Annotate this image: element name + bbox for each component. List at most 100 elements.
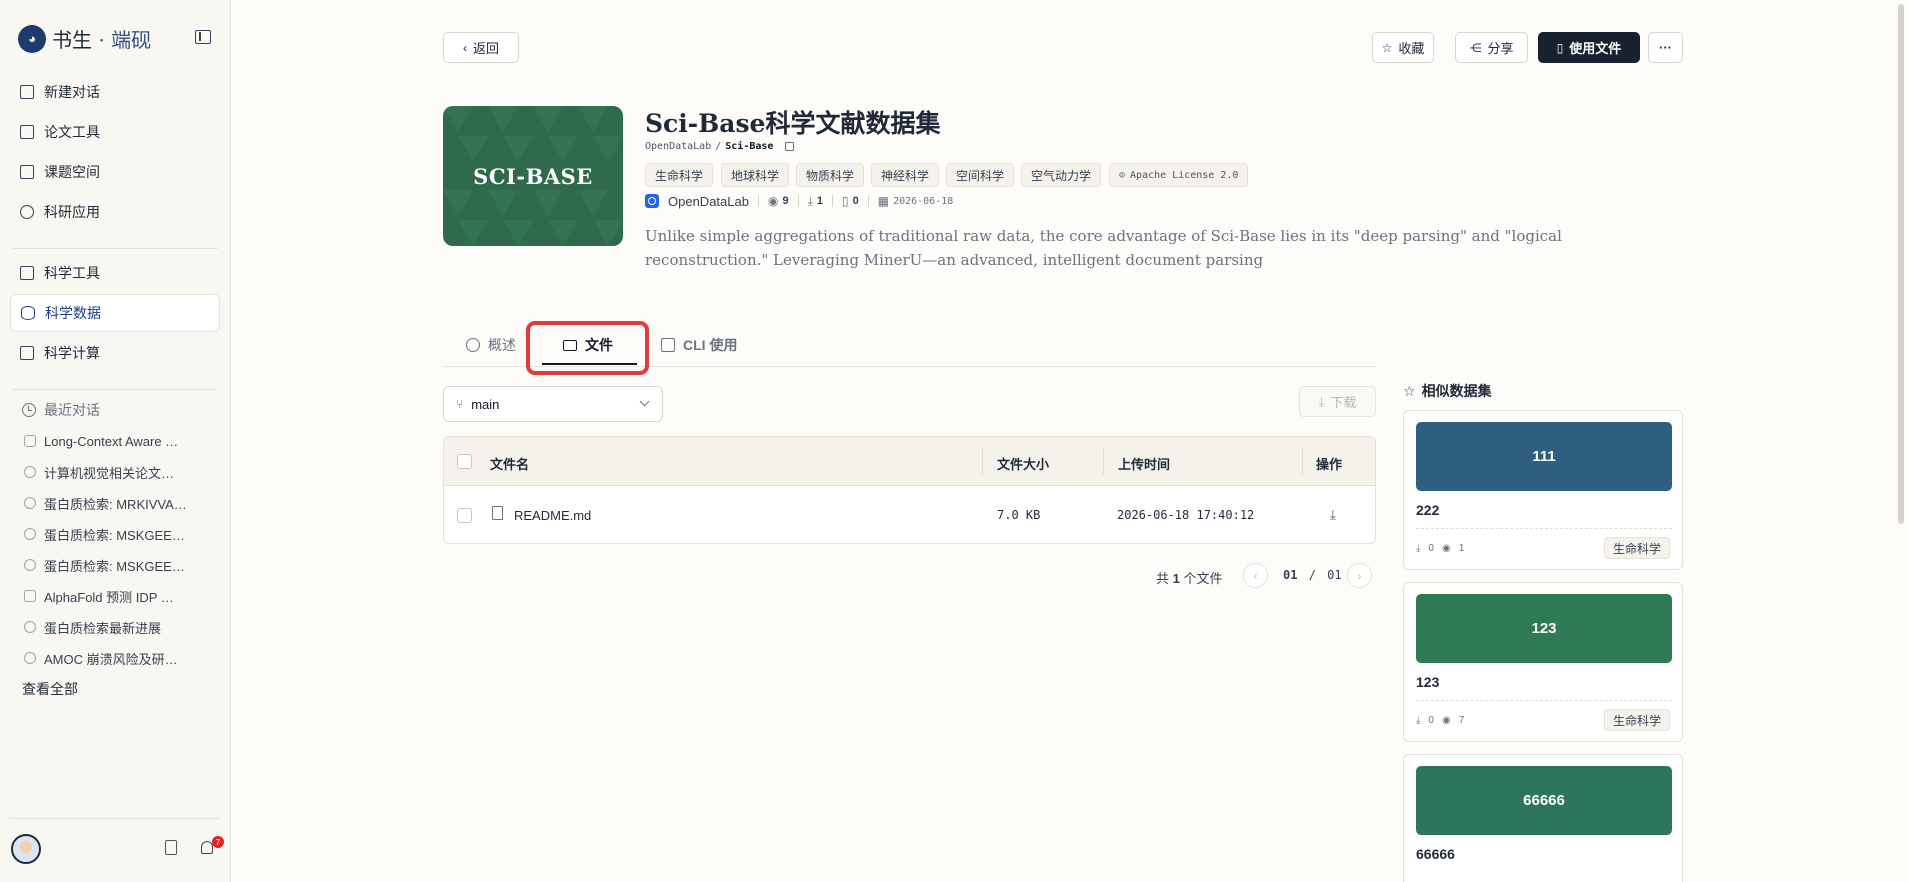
dataset-description: Unlike simple aggregations of traditiona… [645, 227, 1562, 269]
sidebar-item-new-chat[interactable]: 新建对话 [10, 74, 220, 110]
sidebar-item-label: 科研应用 [44, 204, 100, 220]
breadcrumb-repo: Sci-Base [725, 141, 774, 152]
recent-chat-label: AMOC 崩溃风险及研… [44, 651, 178, 667]
sidebar-item-science-compute[interactable]: 科学计算 [10, 335, 220, 371]
column-header-size: 文件大小 [997, 457, 1050, 472]
prev-page-button[interactable]: ‹ [1243, 563, 1268, 588]
share-label: 分享 [1487, 41, 1514, 56]
file-count: 0 [852, 195, 859, 207]
copy-icon[interactable] [785, 142, 795, 151]
sidebar-item-paper-tools[interactable]: 论文工具 [10, 114, 220, 150]
dataset-title: Sci-Base科学文献数据集 [645, 109, 941, 138]
calendar-icon: ▦ [877, 194, 890, 208]
hexagon-icon [24, 621, 36, 633]
file-name[interactable]: README.md [514, 508, 591, 523]
card-title: 222 [1416, 502, 1440, 518]
highlight-box [526, 321, 649, 375]
similar-dataset-card[interactable]: 66666 66666 [1403, 754, 1683, 882]
card-title: 66666 [1416, 846, 1455, 862]
sidebar-item-science-data[interactable]: 科学数据 [10, 294, 220, 332]
sidebar-collapse-icon[interactable] [195, 30, 211, 44]
breadcrumb-separator: / [715, 141, 722, 152]
tab-cli-usage[interactable]: CLI 使用 [661, 330, 737, 360]
recent-chat-label: 蛋白质检索: MSKGEE… [44, 558, 185, 574]
more-options-button[interactable]: ··· [1648, 32, 1683, 63]
card-views: 7 [1458, 715, 1465, 726]
dataset-cover: SCI-BASE [443, 106, 623, 246]
card-cover-text: 111 [1532, 448, 1556, 465]
hexagon-icon [24, 652, 36, 664]
tag-material-science[interactable]: 物质科学 [796, 163, 865, 187]
recent-chat-item[interactable]: 蛋白质检索: MSKGEE… [24, 554, 224, 576]
row-checkbox[interactable] [457, 508, 472, 523]
branch-select[interactable]: ⑂ main [443, 386, 663, 422]
hexagon-icon [20, 205, 34, 219]
monitor-icon [20, 346, 34, 360]
info-icon [466, 338, 480, 352]
sidebar-item-science-tools[interactable]: 科学工具 [10, 255, 220, 291]
card-cover-text: 66666 [1523, 792, 1565, 809]
sidebar-item-label: 科学数据 [45, 305, 101, 321]
database-icon [21, 306, 35, 320]
scrollbar[interactable] [1898, 4, 1904, 524]
license-badge: ⊙ Apache License 2.0 [1109, 163, 1249, 187]
similar-dataset-card[interactable]: 111 222 ⤓ 0 ◉ 1 生命科学 [1403, 410, 1683, 570]
recent-chat-item[interactable]: Long-Context Aware … [24, 430, 224, 452]
document-icon [20, 125, 34, 139]
card-stats: ⤓ 0 ◉ 1 [1416, 543, 1464, 554]
star-icon: ☆ [1381, 40, 1393, 55]
use-file-button[interactable]: ▯ 使用文件 [1538, 32, 1640, 63]
card-cover: 111 [1416, 422, 1672, 491]
favorite-button[interactable]: ☆ 收藏 [1372, 32, 1434, 63]
recent-chat-item[interactable]: AlphaFold 预测 IDP … [24, 585, 224, 607]
tag-earth-science[interactable]: 地球科学 [721, 163, 790, 187]
tag-space-science[interactable]: 空间科学 [946, 163, 1015, 187]
logo-dot: · [98, 28, 105, 52]
file-table: 文件名 文件大小 上传时间 操作 README.md 7.0 KB 2026-0… [443, 436, 1376, 544]
recent-chat-item[interactable]: AMOC 崩溃风险及研… [24, 647, 224, 669]
recent-chat-item[interactable]: 蛋白质检索: MRKIVVA… [24, 492, 224, 514]
books-icon [20, 165, 34, 179]
recent-chat-label: 蛋白质检索最新进展 [44, 620, 162, 636]
license-icon: ⊙ [1119, 169, 1126, 181]
column-header-filename: 文件名 [490, 457, 530, 472]
download-icon[interactable]: ⤓ [1330, 507, 1336, 523]
tag-neuroscience[interactable]: 神经科学 [871, 163, 940, 187]
document-icon[interactable] [165, 840, 177, 855]
card-divider [1416, 528, 1672, 529]
recent-chat-item[interactable]: 蛋白质检索最新进展 [24, 616, 224, 638]
star-icon: ☆ [1403, 382, 1416, 399]
nav-divider [12, 389, 218, 390]
sidebar-item-research-apps[interactable]: 科研应用 [10, 194, 220, 230]
recent-chats-heading: 最近对话 [22, 400, 100, 420]
select-all-checkbox[interactable] [457, 454, 472, 469]
cover-title: SCI-BASE [473, 164, 593, 189]
avatar[interactable] [11, 834, 41, 864]
recent-chat-item[interactable]: 计算机视觉相关论文… [24, 461, 224, 483]
toolbox-icon [20, 266, 34, 280]
sidebar-item-project-space[interactable]: 课题空间 [10, 154, 220, 190]
recent-chat-item[interactable]: 蛋白质检索: MSKGEE… [24, 523, 224, 545]
download-icon: ⤓ [1416, 543, 1421, 554]
column-separator [1103, 449, 1104, 475]
card-tag[interactable]: 生命科学 [1604, 537, 1671, 559]
tag-aerodynamics[interactable]: 空气动力学 [1021, 163, 1102, 187]
table-header: 文件名 文件大小 上传时间 操作 [444, 437, 1375, 486]
git-branch-icon: ⑂ [456, 397, 464, 411]
org-name[interactable]: OpenDataLab [668, 194, 749, 209]
tag-life-science[interactable]: 生命科学 [645, 163, 714, 187]
download-button[interactable]: ⤓ 下载 [1299, 386, 1376, 417]
app-logo[interactable]: ◕ 书生 · 端砚 [18, 24, 151, 53]
column-separator [1302, 449, 1303, 475]
breadcrumb-owner[interactable]: OpenDataLab [645, 141, 711, 152]
next-page-button[interactable]: › [1347, 563, 1372, 588]
share-button[interactable]: ⋲ 分享 [1455, 32, 1528, 63]
download-icon: ⤓ [1318, 393, 1325, 409]
card-tag[interactable]: 生命科学 [1604, 709, 1671, 731]
similar-dataset-card[interactable]: 123 123 ⤓ 0 ◉ 7 生命科学 [1403, 582, 1683, 742]
logo-text-part2: 端砚 [111, 28, 152, 52]
view-all-link[interactable]: 查看全部 [22, 679, 78, 699]
back-button[interactable]: ‹ 返回 [443, 32, 519, 63]
tab-overview[interactable]: 概述 [466, 330, 516, 360]
branch-name: main [471, 396, 500, 412]
